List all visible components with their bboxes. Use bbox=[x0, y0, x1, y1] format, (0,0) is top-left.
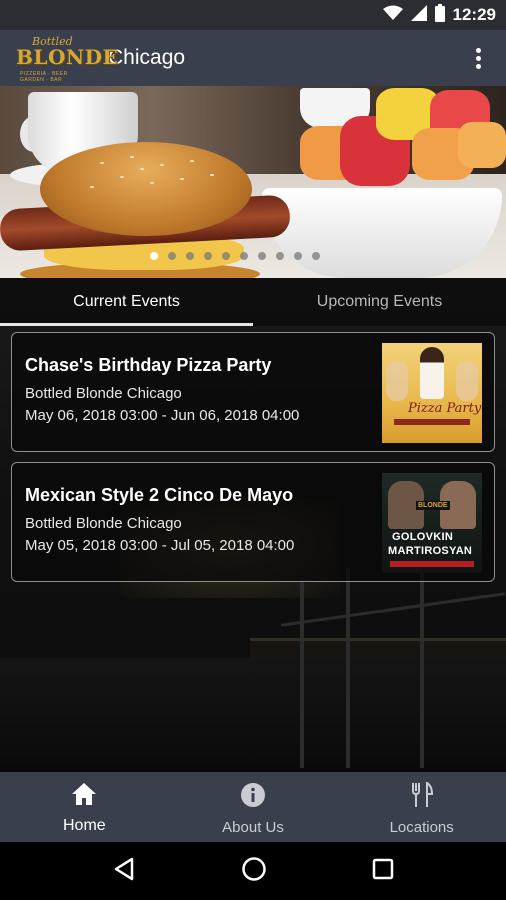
carousel-dot[interactable] bbox=[204, 252, 212, 260]
carousel-dot[interactable] bbox=[168, 252, 176, 260]
carousel-dot[interactable] bbox=[276, 252, 284, 260]
tab-current-events[interactable]: Current Events bbox=[0, 278, 253, 326]
bottom-navigation: Home About Us Locations bbox=[0, 772, 506, 842]
nav-home[interactable]: Home bbox=[0, 772, 169, 842]
carousel-indicator bbox=[150, 252, 320, 260]
brand-logo[interactable]: Bottled BLONDE PIZZERIA · BEER GARDEN · … bbox=[14, 35, 118, 83]
thumbnail-badge: BLONDE bbox=[416, 501, 450, 510]
event-card[interactable]: Mexican Style 2 Cinco De Mayo Bottled Bl… bbox=[11, 462, 495, 582]
back-icon[interactable] bbox=[112, 857, 136, 886]
carousel-dot[interactable] bbox=[186, 252, 194, 260]
event-title: Chase's Birthday Pizza Party bbox=[25, 355, 272, 375]
carousel-dot[interactable] bbox=[312, 252, 320, 260]
thumbnail-headline: Pizza Party bbox=[408, 401, 482, 416]
nav-about-us-label: About Us bbox=[222, 819, 284, 836]
event-thumbnail: BLONDE GOLOVKIN MARTIROSYAN bbox=[382, 473, 482, 573]
nav-locations[interactable]: Locations bbox=[337, 772, 506, 842]
hero-carousel[interactable] bbox=[0, 86, 506, 278]
hero-fruit-cantaloupe-2 bbox=[458, 122, 506, 168]
logo-wordmark: BLONDE bbox=[16, 45, 119, 69]
thumbnail-name-1: GOLOVKIN bbox=[392, 531, 454, 543]
restaurant-icon bbox=[410, 781, 434, 813]
page-title: Chicago bbox=[108, 46, 186, 69]
event-venue: Bottled Blonde Chicago bbox=[25, 515, 182, 532]
cell-signal-icon bbox=[410, 4, 427, 26]
nav-about-us[interactable]: About Us bbox=[169, 772, 338, 842]
battery-icon bbox=[434, 3, 445, 27]
wifi-icon bbox=[382, 5, 403, 26]
home-icon bbox=[71, 782, 97, 811]
info-icon bbox=[240, 782, 266, 813]
tab-upcoming-events[interactable]: Upcoming Events bbox=[253, 278, 506, 326]
carousel-dot[interactable] bbox=[240, 252, 248, 260]
event-thumbnail: Pizza Party bbox=[382, 343, 482, 443]
carousel-dot[interactable] bbox=[150, 252, 158, 260]
event-venue: Bottled Blonde Chicago bbox=[25, 385, 182, 402]
event-dates: May 05, 2018 03:00 - Jul 05, 2018 04:00 bbox=[25, 537, 295, 554]
hero-bagel-top bbox=[40, 142, 252, 236]
status-bar: 12:29 bbox=[0, 0, 506, 30]
thumbnail-name-2: MARTIROSYAN bbox=[388, 545, 473, 557]
event-card[interactable]: Chase's Birthday Pizza Party Bottled Blo… bbox=[11, 332, 495, 452]
system-navigation-bar bbox=[0, 842, 506, 900]
carousel-dot[interactable] bbox=[258, 252, 266, 260]
logo-tagline: PIZZERIA · BEER GARDEN · BAR bbox=[20, 71, 68, 83]
more-vert-icon[interactable] bbox=[458, 38, 498, 78]
event-tabs: Current Events Upcoming Events bbox=[0, 278, 506, 326]
recents-icon[interactable] bbox=[372, 858, 394, 885]
event-title: Mexican Style 2 Cinco De Mayo bbox=[25, 485, 294, 505]
status-time: 12:29 bbox=[452, 5, 496, 24]
carousel-dot[interactable] bbox=[222, 252, 230, 260]
nav-home-label: Home bbox=[62, 817, 106, 834]
carousel-dot[interactable] bbox=[294, 252, 302, 260]
event-dates: May 06, 2018 03:00 - Jun 06, 2018 04:00 bbox=[25, 407, 300, 424]
home-circle-icon[interactable] bbox=[241, 856, 267, 887]
app-bar: Bottled BLONDE PIZZERIA · BEER GARDEN · … bbox=[0, 30, 506, 86]
nav-locations-label: Locations bbox=[389, 819, 454, 836]
